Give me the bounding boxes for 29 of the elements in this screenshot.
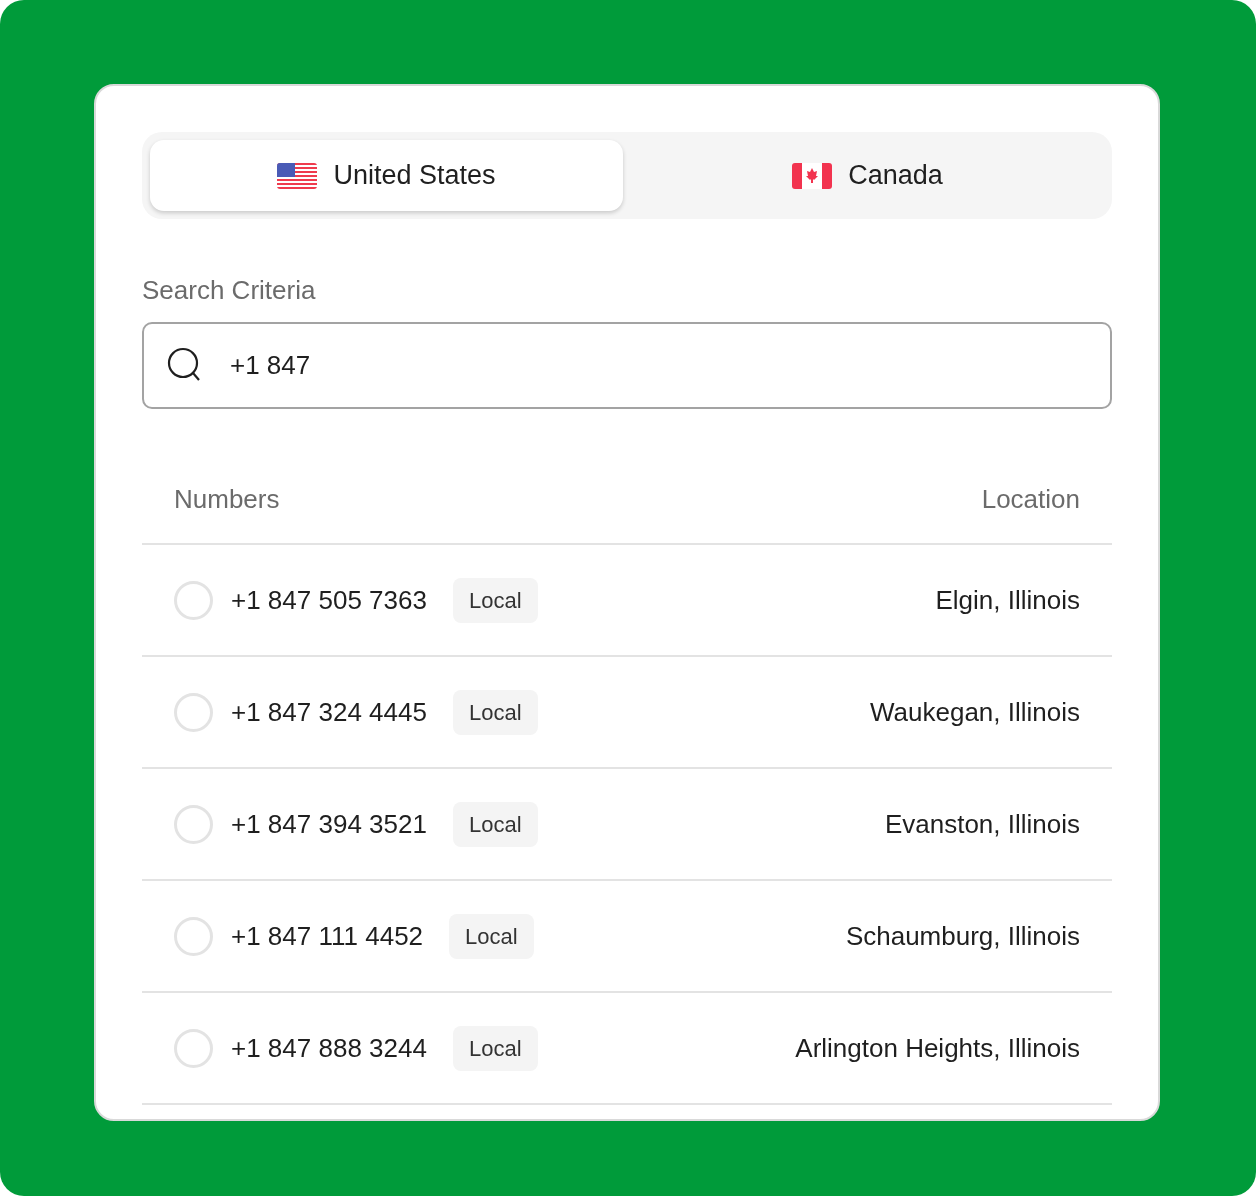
phone-number: +1 847 111 4452 xyxy=(231,919,424,953)
column-header: Location xyxy=(981,482,1080,516)
radio-button[interactable] xyxy=(174,580,213,620)
field-label: Search Criteria xyxy=(142,274,317,307)
phone-number: +1 847 324 4445 xyxy=(231,695,427,729)
type-tag: Local xyxy=(452,801,538,847)
radio-button[interactable] xyxy=(174,692,213,732)
search-field[interactable]: +1 847 xyxy=(142,322,1112,409)
type-tag: Local xyxy=(449,913,534,959)
type-tag: Local xyxy=(452,1025,538,1071)
location-text: Evanston, Illinois xyxy=(884,807,1080,841)
location-text: Arlington Heights, Illinois xyxy=(795,1031,1080,1065)
radio-button[interactable] xyxy=(174,804,213,844)
phone-number: +1 847 394 3521 xyxy=(231,807,427,841)
radio-button[interactable] xyxy=(174,1028,213,1068)
phone-number: +1 847 505 7363 xyxy=(231,583,427,617)
flag-icon xyxy=(792,162,833,189)
country-tab[interactable]: Canada xyxy=(631,140,1104,211)
country-tab[interactable]: United States xyxy=(150,140,623,211)
type-tag: Local xyxy=(452,689,538,735)
phone-number: +1 847 888 3244 xyxy=(231,1031,427,1065)
column-header: Numbers xyxy=(174,482,280,516)
search-icon xyxy=(167,347,203,383)
radio-button[interactable] xyxy=(174,916,213,956)
type-tag: Local xyxy=(452,577,538,623)
location-text: Waukegan, Illinois xyxy=(869,695,1080,729)
location-text: Schaumburg, Illinois xyxy=(845,919,1080,953)
location-text: Elgin, Illinois xyxy=(935,583,1080,617)
flag-icon xyxy=(277,162,318,189)
